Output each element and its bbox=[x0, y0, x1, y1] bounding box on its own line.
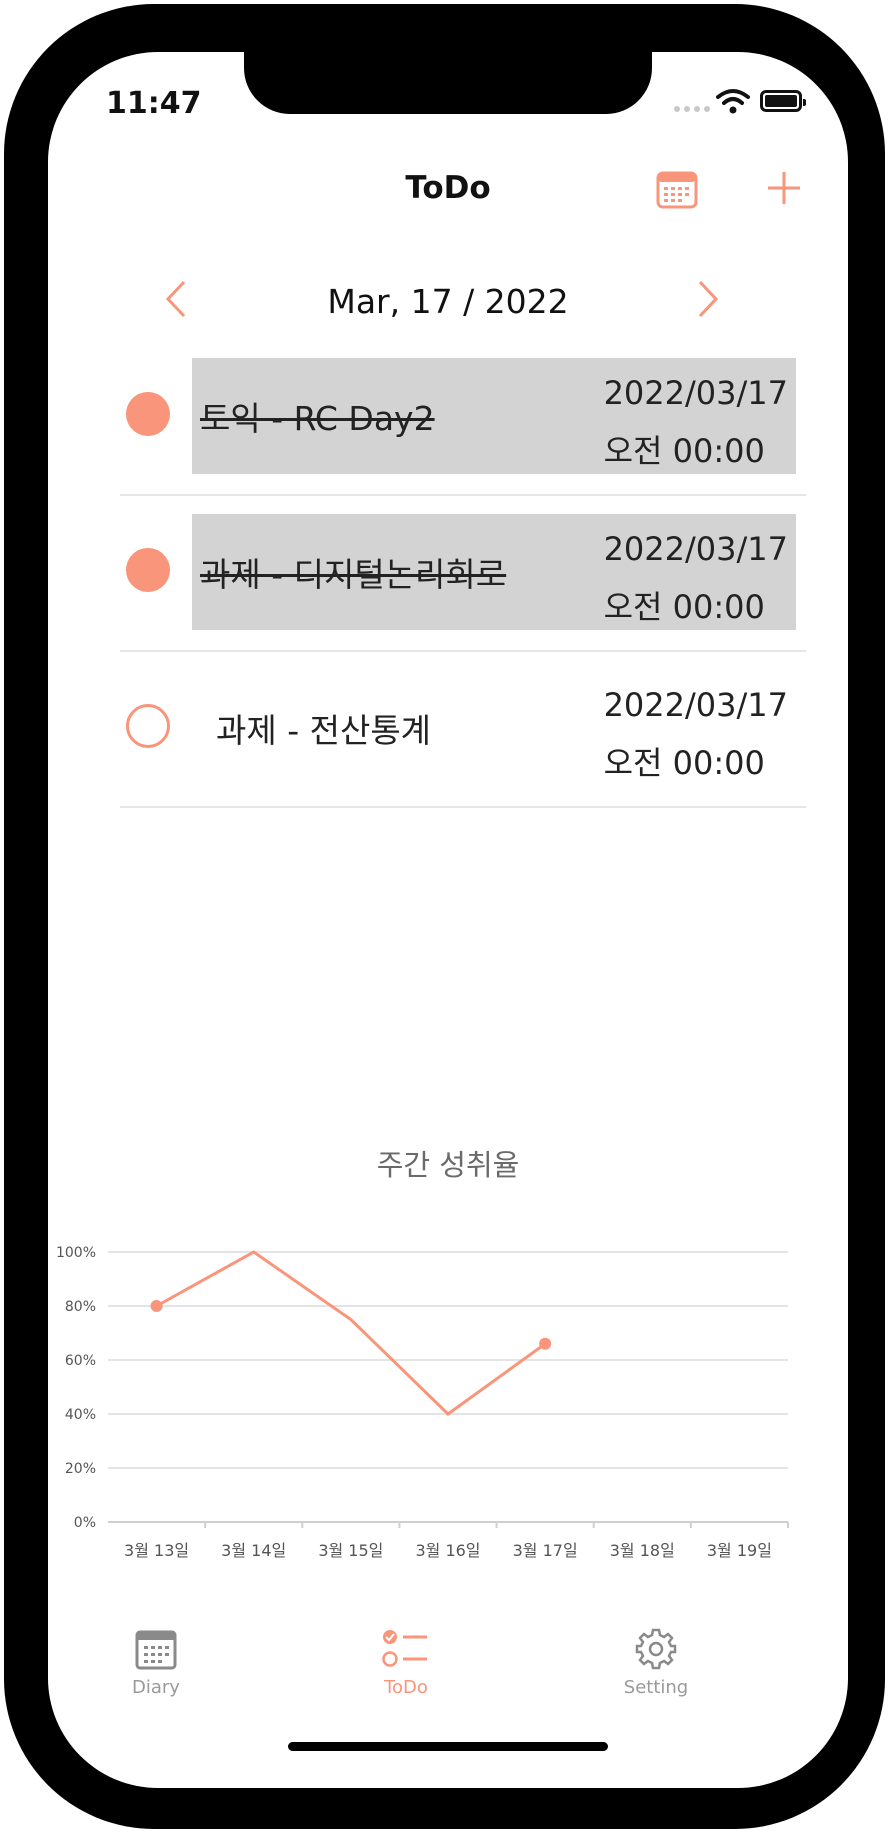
todo-time: 오전 00:00 bbox=[603, 588, 765, 626]
chevron-right-icon[interactable] bbox=[694, 278, 724, 320]
todo-date: 2022/03/17 bbox=[603, 686, 788, 724]
y-tick-label: 60% bbox=[65, 1353, 96, 1369]
date-label: Mar, 17 / 2022 bbox=[327, 282, 569, 321]
notch bbox=[244, 52, 652, 114]
y-tick-label: 20% bbox=[65, 1461, 96, 1477]
todo-row[interactable]: 토익 - RC Day2 2022/03/17 오전 00:00 bbox=[120, 338, 806, 496]
x-tick-label: 3월 16일 bbox=[415, 1541, 480, 1560]
checkbox-checked[interactable] bbox=[126, 392, 170, 436]
x-tick-label: 3월 18일 bbox=[610, 1541, 675, 1560]
series-line bbox=[155, 1250, 547, 1416]
battery-icon bbox=[760, 90, 806, 112]
weekly-achievement-chart: 0% 20% 40% 60% 80% 100% 3월 13일 3월 14일 3월 15일 3월 1… bbox=[56, 1245, 789, 1560]
x-tick-label: 3월 15일 bbox=[318, 1541, 383, 1560]
home-indicator[interactable] bbox=[288, 1742, 608, 1751]
tab-label: ToDo bbox=[384, 1677, 428, 1698]
x-tick-label: 3월 19일 bbox=[707, 1541, 772, 1560]
calendar-icon[interactable] bbox=[656, 168, 698, 210]
chart-title: 주간 성취율 bbox=[376, 1148, 520, 1182]
y-tick-label: 40% bbox=[65, 1407, 96, 1423]
tab-setting[interactable]: Setting bbox=[596, 1627, 716, 1698]
wifi-icon bbox=[716, 89, 750, 114]
data-point bbox=[539, 1337, 552, 1350]
tab-label: Diary bbox=[132, 1677, 180, 1698]
y-tick-label: 0% bbox=[74, 1515, 96, 1531]
todo-datetime: 2022/03/17 오전 00:00 bbox=[604, 676, 788, 792]
todo-date: 2022/03/17 bbox=[603, 530, 788, 568]
todo-date: 2022/03/17 bbox=[603, 374, 788, 412]
tab-bar: Diary ToDo Setting bbox=[48, 1627, 848, 1737]
checkbox-checked[interactable] bbox=[126, 548, 170, 592]
data-point bbox=[150, 1300, 163, 1312]
todo-title: 과제 - 전산통계 bbox=[216, 711, 432, 750]
checkbox-unchecked[interactable] bbox=[126, 704, 170, 748]
todo-item-box[interactable]: 토익 - RC Day2 2022/03/17 오전 00:00 bbox=[192, 358, 796, 474]
x-tick-label: 3월 13일 bbox=[124, 1541, 189, 1560]
todo-row[interactable]: 과제 - 디지털논리회로 2022/03/17 오전 00:00 bbox=[120, 494, 806, 652]
x-tick-label: 3월 17일 bbox=[513, 1541, 578, 1560]
todo-row[interactable]: 과제 - 전산통계 2022/03/17 오전 00:00 bbox=[120, 650, 806, 808]
todo-time: 오전 00:00 bbox=[603, 744, 765, 782]
todo-datetime: 2022/03/17 오전 00:00 bbox=[604, 364, 788, 480]
app-screen: 11:47 ToDo Mar, 17 / 2022 토익 - RC Day2 2… bbox=[48, 52, 848, 1788]
tab-label: Setting bbox=[623, 1677, 689, 1698]
plus-icon[interactable] bbox=[764, 168, 804, 208]
page-title: ToDo bbox=[405, 170, 491, 206]
calendar-icon bbox=[135, 1630, 177, 1670]
signal-icon bbox=[674, 106, 714, 114]
checklist-icon bbox=[382, 1630, 427, 1667]
y-tick-label: 80% bbox=[65, 1299, 96, 1315]
todo-item-box[interactable]: 과제 - 전산통계 2022/03/17 오전 00:00 bbox=[192, 670, 796, 786]
device-frame: 11:47 ToDo Mar, 17 / 2022 토익 - RC Day2 2… bbox=[4, 4, 885, 1829]
x-tick-label: 3월 14일 bbox=[221, 1541, 286, 1560]
status-time: 11:47 bbox=[106, 86, 202, 121]
todo-item-box[interactable]: 과제 - 디지털논리회로 2022/03/17 오전 00:00 bbox=[192, 514, 796, 630]
todo-title: 토익 - RC Day2 bbox=[200, 399, 435, 438]
tab-todo[interactable]: ToDo bbox=[346, 1627, 466, 1698]
y-tick-label: 100% bbox=[56, 1245, 96, 1261]
todo-title: 과제 - 디지털논리회로 bbox=[200, 555, 507, 594]
todo-time: 오전 00:00 bbox=[603, 432, 765, 470]
gear-icon bbox=[635, 1628, 677, 1670]
tab-diary[interactable]: Diary bbox=[96, 1627, 216, 1698]
todo-datetime: 2022/03/17 오전 00:00 bbox=[604, 520, 788, 636]
